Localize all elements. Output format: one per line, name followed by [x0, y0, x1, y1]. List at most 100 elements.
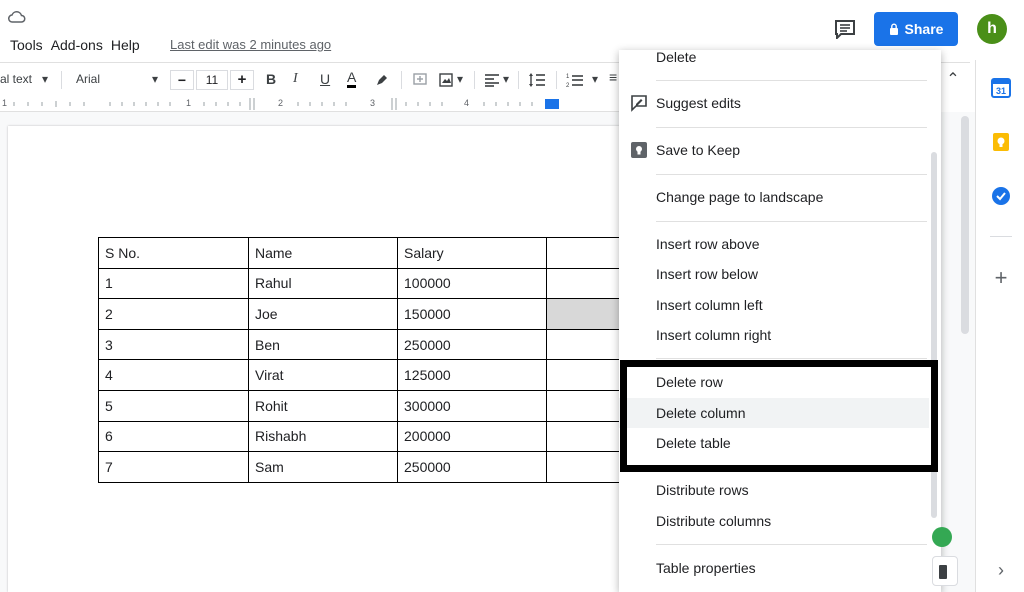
increase-font-size-button[interactable]: + — [230, 70, 254, 90]
chevron-down-icon[interactable]: ▾ — [42, 72, 48, 86]
table-cell[interactable]: Ben — [248, 328, 398, 361]
table-cell[interactable] — [546, 389, 627, 422]
table-cell[interactable]: Joe — [248, 298, 398, 330]
comment-history-icon[interactable] — [834, 19, 856, 39]
menu-item-distribute-rows[interactable]: Distribute rows — [619, 475, 929, 505]
context-menu: Delete Suggest edits Save to Keep Change… — [619, 50, 941, 592]
explore-icon[interactable] — [932, 527, 952, 547]
table-cell[interactable]: Name — [248, 237, 398, 269]
ruler-mark: 3 — [370, 98, 376, 108]
menu-divider — [656, 221, 927, 222]
chevron-down-icon[interactable]: ▾ — [503, 72, 509, 86]
menu-item-insert-row-above[interactable]: Insert row above — [619, 229, 929, 259]
table-row: 3 Ben 250000 — [98, 328, 627, 361]
table-cell[interactable] — [546, 420, 627, 453]
line-spacing-icon[interactable] — [528, 72, 546, 88]
table-cell[interactable]: 3 — [98, 328, 249, 361]
indent-marker[interactable] — [545, 99, 559, 109]
cloud-saved-icon[interactable] — [8, 10, 26, 24]
menu-item-insert-row-below[interactable]: Insert row below — [619, 259, 929, 289]
align-left-icon[interactable] — [484, 73, 500, 87]
chevron-down-icon[interactable]: ▾ — [592, 72, 598, 86]
expand-panel-icon[interactable]: › — [991, 560, 1011, 580]
underline-button[interactable]: U — [320, 71, 330, 87]
highlight-pen-icon[interactable] — [374, 72, 390, 88]
table-cell[interactable]: 300000 — [397, 389, 547, 422]
table-cell[interactable] — [546, 267, 627, 300]
selected-table-cell[interactable] — [546, 298, 627, 330]
table-cell[interactable]: 125000 — [397, 359, 547, 391]
italic-button[interactable]: I — [293, 71, 298, 87]
decrease-font-size-button[interactable]: − — [170, 70, 194, 90]
table-cell[interactable]: 250000 — [397, 451, 547, 483]
table-cell[interactable] — [546, 451, 627, 483]
font-select[interactable]: Arial — [76, 72, 100, 86]
table-cell[interactable]: 4 — [98, 359, 249, 391]
divider — [518, 71, 519, 89]
share-button[interactable]: Share — [874, 12, 958, 46]
divider — [474, 71, 475, 89]
table-cell[interactable]: 7 — [98, 451, 249, 483]
insert-comment-icon[interactable] — [412, 72, 428, 88]
ruler-ticks — [13, 98, 559, 110]
menu-divider — [656, 544, 927, 545]
table-cell[interactable]: Sam — [248, 451, 398, 483]
collapse-toolbar-icon[interactable]: ⌃ — [942, 69, 964, 91]
menu-item-delete[interactable]: Delete — [619, 50, 929, 72]
calendar-icon[interactable]: 31 — [991, 78, 1011, 98]
ruler-mark: 2 — [278, 98, 284, 108]
text-color-button[interactable]: A — [347, 69, 357, 88]
document-scrollbar[interactable] — [961, 116, 969, 334]
menu-item-change-page-landscape[interactable]: Change page to landscape — [619, 182, 929, 212]
paragraph-style-select[interactable]: al text — [0, 72, 32, 86]
annotation-highlight-box — [620, 360, 938, 472]
menu-item-distribute-columns[interactable]: Distribute columns — [619, 506, 929, 536]
bulleted-list-icon[interactable]: ≡ — [609, 69, 617, 85]
divider — [556, 71, 557, 89]
table-cell[interactable]: Virat — [248, 359, 398, 391]
avatar[interactable]: h — [977, 14, 1007, 44]
table-cell[interactable]: 1 — [98, 267, 249, 300]
table-cell[interactable]: Rishabh — [248, 420, 398, 453]
last-edit-link[interactable]: Last edit was 2 minutes ago — [170, 37, 331, 52]
keep-icon[interactable] — [991, 132, 1011, 152]
table-cell[interactable]: 200000 — [397, 420, 547, 453]
table-row: 1 Rahul 100000 — [98, 267, 627, 300]
add-addon-icon[interactable]: + — [991, 267, 1011, 289]
table-cell[interactable] — [546, 237, 627, 269]
table-cell[interactable]: Rahul — [248, 267, 398, 300]
menu-add-ons[interactable]: Add-ons — [51, 37, 103, 53]
menu-item-save-to-keep[interactable]: Save to Keep — [619, 135, 929, 165]
menu-help[interactable]: Help — [111, 37, 140, 53]
table-cell[interactable]: 100000 — [397, 267, 547, 300]
menu-tools[interactable]: Tools — [10, 37, 43, 53]
menu-item-suggest-edits[interactable]: Suggest edits — [619, 88, 929, 118]
table-cell[interactable]: 2 — [98, 298, 249, 330]
ruler-mark: 1 — [186, 98, 192, 108]
side-handle[interactable] — [932, 556, 958, 586]
table-cell[interactable] — [546, 328, 627, 361]
chevron-down-icon[interactable]: ▾ — [457, 72, 463, 86]
font-size-input[interactable]: 11 — [196, 70, 228, 90]
menu-item-insert-column-right[interactable]: Insert column right — [619, 320, 929, 350]
table-cell[interactable]: S No. — [98, 237, 249, 269]
menu-divider — [656, 174, 927, 175]
table-cell[interactable]: 6 — [98, 420, 249, 453]
table-cell[interactable] — [546, 359, 627, 391]
table-cell[interactable]: Salary — [397, 237, 547, 269]
table-cell[interactable]: 5 — [98, 389, 249, 422]
menu-item-insert-column-left[interactable]: Insert column left — [619, 290, 929, 320]
chevron-down-icon[interactable]: ▾ — [152, 72, 158, 86]
table-row: 2 Joe 150000 — [98, 298, 627, 330]
table-cell[interactable]: 150000 — [397, 298, 547, 330]
table-cell[interactable]: Rohit — [248, 389, 398, 422]
menu-item-table-properties[interactable]: Table properties — [619, 553, 929, 583]
tasks-icon[interactable] — [991, 186, 1011, 206]
table-cell[interactable]: 250000 — [397, 328, 547, 361]
document-table[interactable]: S No. Name Salary 1 Rahul 100000 2 Joe 1… — [98, 237, 627, 483]
numbered-list-icon[interactable]: 1 2 — [566, 72, 584, 88]
keep-icon — [631, 142, 647, 158]
bold-button[interactable]: B — [266, 71, 276, 87]
table-row: 6 Rishabh 200000 — [98, 420, 627, 453]
insert-image-icon[interactable] — [438, 72, 454, 88]
